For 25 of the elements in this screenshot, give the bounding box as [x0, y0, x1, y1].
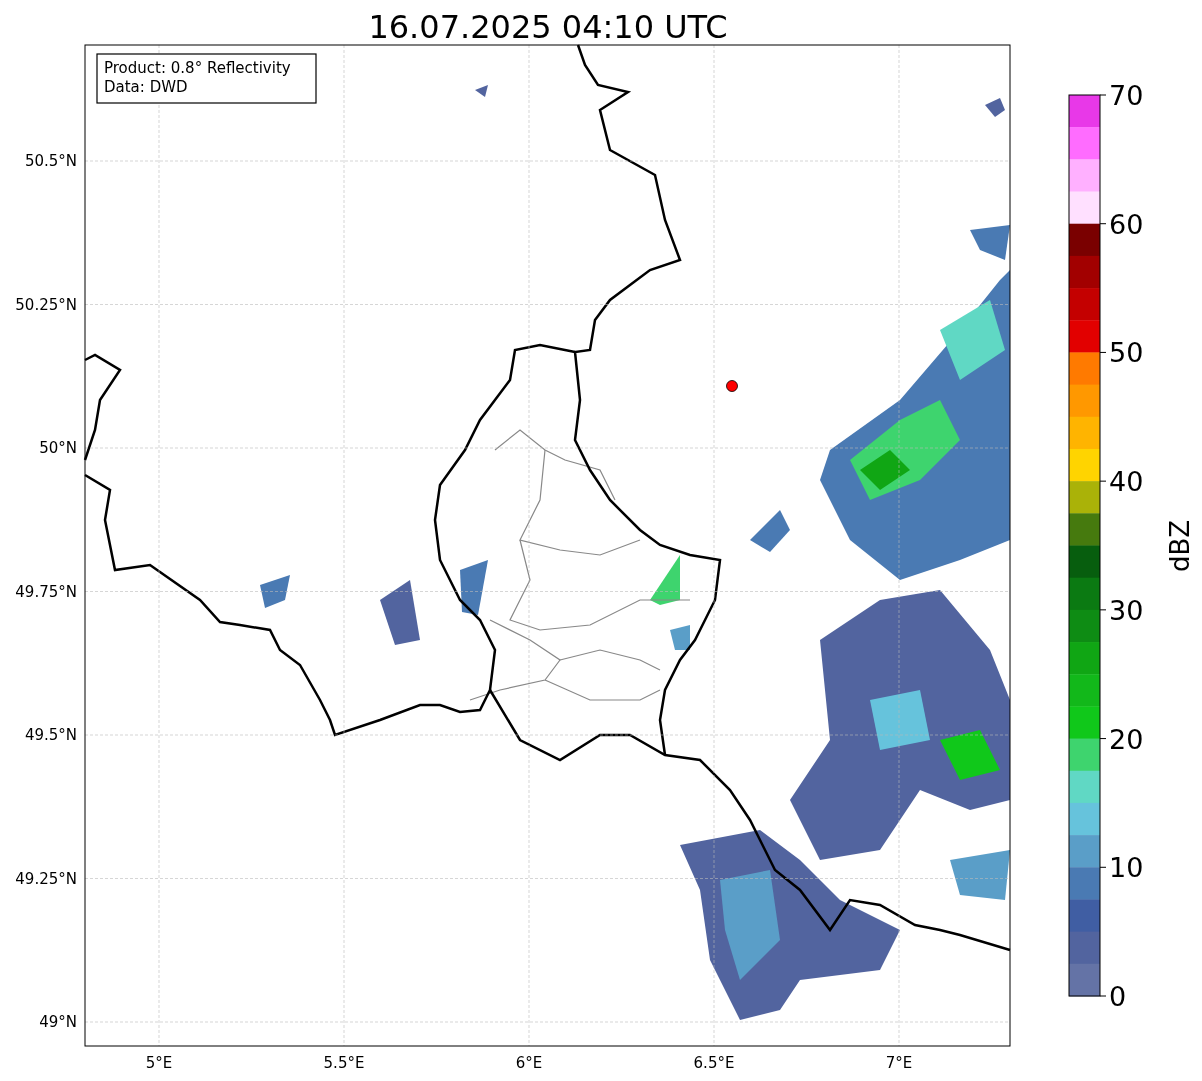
latitude-label: 49.75°N [15, 582, 77, 601]
colorbar-tick-label: 0 [1109, 981, 1127, 1012]
longitude-label: 5.5°E [323, 1054, 365, 1072]
info-text: Product: 0.8° Reflectivity [104, 59, 291, 77]
longitude-label: 6.5°E [693, 1054, 735, 1072]
colorbar-tick-label: 30 [1109, 594, 1144, 626]
longitude-label: 5°E [145, 1054, 173, 1072]
latitude-label: 50.5°N [24, 152, 77, 170]
location-marker [726, 380, 738, 392]
latitude-label: 50.25°N [15, 295, 77, 314]
latitude-label: 50°N [39, 439, 77, 457]
colorbar-tick-label: 60 [1109, 208, 1144, 240]
longitude-label: 7°E [885, 1054, 913, 1072]
colorbar-tick-label: 40 [1109, 466, 1144, 498]
latitude-label: 49°N [39, 1013, 77, 1031]
colorbar-tick-label: 70 [1109, 80, 1144, 111]
info-text: Data: DWD [104, 78, 188, 96]
colorbar-label: dBZ [1165, 519, 1195, 573]
latitude-label: 49.5°N [24, 726, 77, 744]
longitude-label: 6°E [515, 1054, 543, 1072]
chart-title: 16.07.2025 04:10 UTC [368, 8, 728, 46]
colorbar-tick-label: 20 [1109, 723, 1144, 755]
latitude-label: 49.25°N [15, 869, 77, 888]
colorbar-tick-label: 50 [1109, 337, 1144, 369]
colorbar-tick-label: 10 [1109, 852, 1144, 884]
